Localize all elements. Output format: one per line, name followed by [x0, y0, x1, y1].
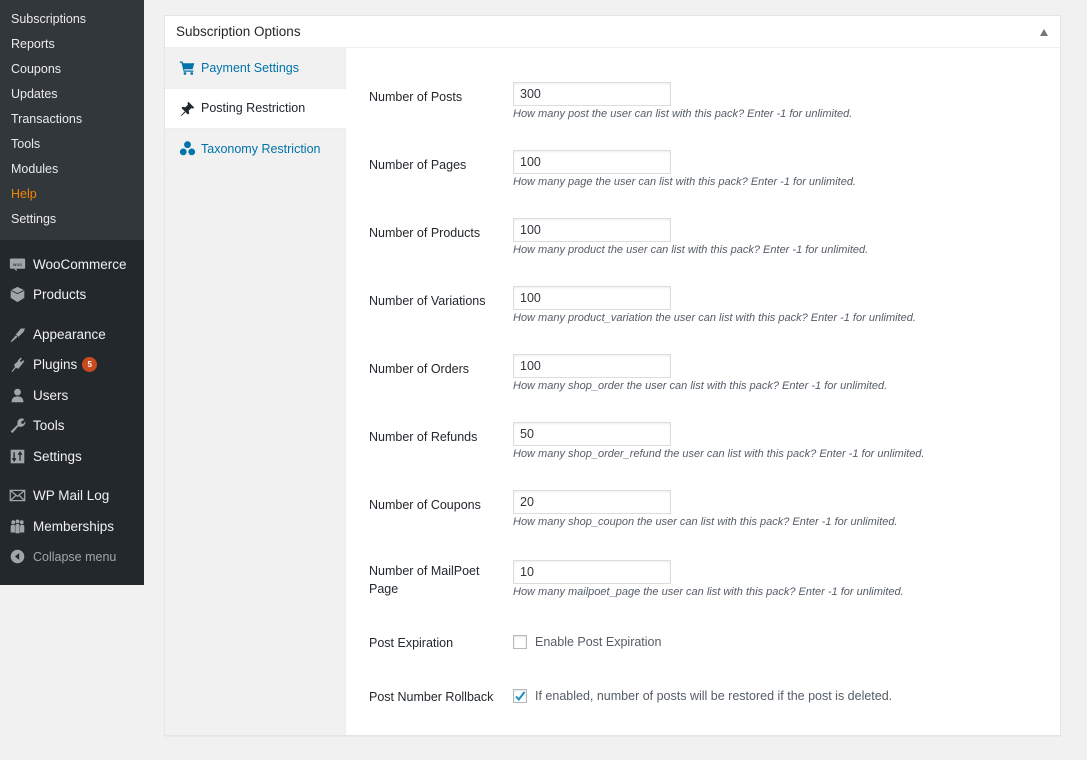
plugin-plug-icon — [8, 356, 26, 374]
tab-posting-restriction[interactable]: Posting Restriction — [165, 88, 346, 129]
field-description: How many page the user can list with thi… — [513, 176, 856, 188]
menu-separator — [0, 310, 144, 319]
menu-item-label: Settings — [33, 448, 82, 464]
submenu-item-subscriptions[interactable]: Subscriptions — [0, 7, 144, 32]
woocommerce-icon: woo — [8, 255, 26, 273]
paintbrush-icon — [8, 325, 26, 343]
collapse-arrow-icon — [8, 548, 26, 566]
number-of-variations-input[interactable] — [513, 286, 671, 310]
number-of-coupons-input[interactable] — [513, 490, 671, 514]
post-rollback-option[interactable]: If enabled, number of posts will be rest… — [513, 689, 892, 703]
products-box-icon — [8, 286, 26, 304]
field-description: How many shop_order_refund the user can … — [513, 448, 925, 460]
field-description: How many mailpoet_page the user can list… — [513, 586, 904, 598]
field-label: Number of Variations — [369, 294, 486, 308]
number-of-posts-input[interactable] — [513, 82, 671, 106]
menu-separator — [0, 472, 144, 481]
menu-item-label: Users — [33, 387, 69, 403]
field-label: Number of MailPoet Page — [369, 564, 480, 596]
tab-label: Posting Restriction — [201, 101, 306, 116]
field-label: Number of Orders — [369, 362, 470, 376]
menu-separator — [0, 240, 144, 249]
submenu-item-transactions[interactable]: Transactions — [0, 107, 144, 132]
submenu-item-help[interactable]: Help — [0, 182, 144, 207]
svg-text:woo: woo — [12, 263, 22, 268]
menu-item-plugins[interactable]: Plugins 5 — [0, 350, 144, 381]
update-count-badge: 5 — [82, 357, 98, 373]
postbox-title: Subscription Options — [176, 24, 301, 39]
number-of-pages-input[interactable] — [513, 150, 671, 174]
submenu: Subscriptions Reports Coupons Updates Tr… — [0, 0, 144, 240]
post-expiration-option[interactable]: Enable Post Expiration — [513, 635, 661, 649]
collapse-menu-label: Collapse menu — [33, 549, 117, 564]
pushpin-icon — [179, 100, 196, 117]
number-of-mailpoet-page-input[interactable] — [513, 560, 671, 584]
options-tabs: Payment Settings Posting Restriction Tax… — [165, 48, 346, 735]
menu-item-tools[interactable]: Tools — [0, 411, 144, 442]
subscription-options-postbox: Subscription Options Payment Settings Po… — [164, 15, 1061, 736]
menu-item-products[interactable]: Products — [0, 280, 144, 311]
field-description: How many product the user can list with … — [513, 244, 869, 256]
field-label: Post Expiration — [369, 636, 454, 650]
tab-payment-settings[interactable]: Payment Settings — [165, 48, 345, 89]
enable-post-expiration-checkbox[interactable] — [513, 635, 527, 649]
menu-item-appearance[interactable]: Appearance — [0, 319, 144, 350]
menu-item-users[interactable]: Users — [0, 380, 144, 411]
submenu-item-modules[interactable]: Modules — [0, 157, 144, 182]
collapse-toggle-icon[interactable] — [1040, 28, 1048, 36]
checkbox-label: Enable Post Expiration — [535, 635, 662, 649]
menu-item-label: Plugins — [33, 357, 78, 373]
field-label: Number of Refunds — [369, 430, 478, 444]
menu-item-label: WooCommerce — [33, 256, 127, 272]
envelope-icon — [8, 487, 26, 505]
submenu-item-reports[interactable]: Reports — [0, 32, 144, 57]
menu-item-label: WP Mail Log — [33, 488, 110, 504]
settings-sliders-icon — [8, 447, 26, 465]
menu-item-settings[interactable]: Settings — [0, 441, 144, 472]
menu-item-label: Appearance — [33, 326, 106, 342]
menu-item-woocommerce[interactable]: woo WooCommerce — [0, 249, 144, 280]
postbox-body: Payment Settings Posting Restriction Tax… — [165, 48, 1060, 735]
tab-taxonomy-restriction[interactable]: Taxonomy Restriction — [165, 129, 345, 170]
submenu-item-settings[interactable]: Settings — [0, 207, 144, 232]
menu-item-label: Products — [33, 287, 87, 303]
postbox-header[interactable]: Subscription Options — [165, 16, 1060, 48]
field-description: How many shop_order the user can list wi… — [513, 380, 888, 392]
tab-label: Payment Settings — [201, 60, 299, 75]
field-label: Number of Posts — [369, 90, 463, 104]
menu-item-memberships[interactable]: Memberships — [0, 511, 144, 542]
checkmark-icon — [515, 691, 526, 702]
field-label: Number of Coupons — [369, 498, 481, 512]
posting-restriction-panel: Number of Posts How many post the user c… — [347, 48, 1060, 735]
field-description: How many product_variation the user can … — [513, 312, 916, 324]
field-label: Number of Pages — [369, 158, 467, 172]
user-icon — [8, 386, 26, 404]
field-description: How many shop_coupon the user can list w… — [513, 516, 898, 528]
number-of-orders-input[interactable] — [513, 354, 671, 378]
submenu-item-coupons[interactable]: Coupons — [0, 57, 144, 82]
collapse-menu-button[interactable]: Collapse menu — [0, 542, 144, 573]
menu-item-label: Memberships — [33, 518, 115, 534]
checkbox-label: If enabled, number of posts will be rest… — [535, 689, 893, 703]
field-description: How many post the user can list with thi… — [513, 108, 853, 120]
submenu-item-tools[interactable]: Tools — [0, 132, 144, 157]
menu-item-label: Tools — [33, 418, 65, 434]
groups-icon — [8, 517, 26, 535]
post-rollback-checkbox[interactable] — [513, 689, 527, 703]
submenu-item-updates[interactable]: Updates — [0, 82, 144, 107]
field-label: Post Number Rollback — [369, 690, 494, 704]
tab-label: Taxonomy Restriction — [201, 141, 321, 156]
field-label: Number of Products — [369, 226, 481, 240]
taxonomy-dots-icon — [179, 140, 196, 157]
cart-icon — [179, 59, 196, 76]
wrench-icon — [8, 417, 26, 435]
number-of-products-input[interactable] — [513, 218, 671, 242]
menu-item-wp-mail-log[interactable]: WP Mail Log — [0, 481, 144, 512]
admin-sidebar: Subscriptions Reports Coupons Updates Tr… — [0, 0, 144, 585]
number-of-refunds-input[interactable] — [513, 422, 671, 446]
